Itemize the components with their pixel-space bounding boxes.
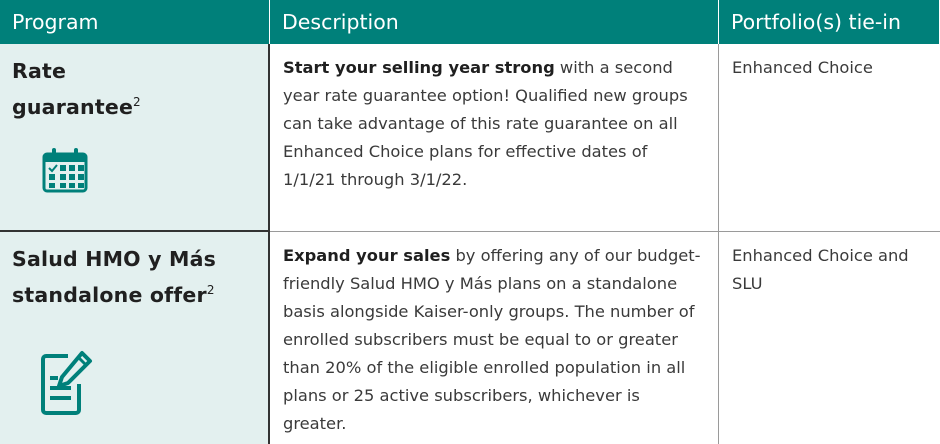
programs-table: Program Description Portfolio(s) tie-in …: [0, 0, 940, 444]
footnote-marker: 2: [133, 95, 141, 109]
portfolio-cell-salud-hmo: Enhanced Choice and SLU: [732, 246, 909, 293]
form-edit-icon: [41, 351, 92, 415]
program-cell-rate-guarantee: Rate guarantee2: [0, 44, 270, 232]
description-lead: Expand your sales: [283, 246, 451, 265]
calendar-icon: [42, 148, 88, 193]
program-name: Salud HMO y Más standalone offer2: [12, 244, 256, 311]
description-lead: Start your selling year strong: [283, 58, 555, 77]
header-program: Program: [0, 0, 270, 44]
footnote-marker: 2: [206, 283, 215, 297]
description-cell-rate-guarantee: Start your selling year strong with a se…: [270, 44, 719, 232]
description-text: by offering any of our budget-friendly S…: [283, 246, 701, 433]
description-text: with a second year rate guarantee option…: [283, 58, 688, 189]
program-name: Rate guarantee2: [12, 56, 256, 123]
program-name-line2: standalone offer: [12, 282, 207, 307]
header-description: Description: [270, 0, 719, 44]
portfolio-cell-rate-guarantee: Enhanced Choice: [719, 44, 940, 232]
header-portfolio: Portfolio(s) tie-in: [719, 0, 940, 44]
description-cell-salud-hmo: Expand your sales by offering any of our…: [270, 232, 719, 444]
program-name-line1: Rate: [12, 59, 67, 83]
program-name-line2: guarantee: [12, 94, 134, 119]
program-cell-salud-hmo: Salud HMO y Más standalone offer2: [0, 232, 270, 444]
program-name-line1: Salud HMO y Más: [12, 247, 217, 271]
